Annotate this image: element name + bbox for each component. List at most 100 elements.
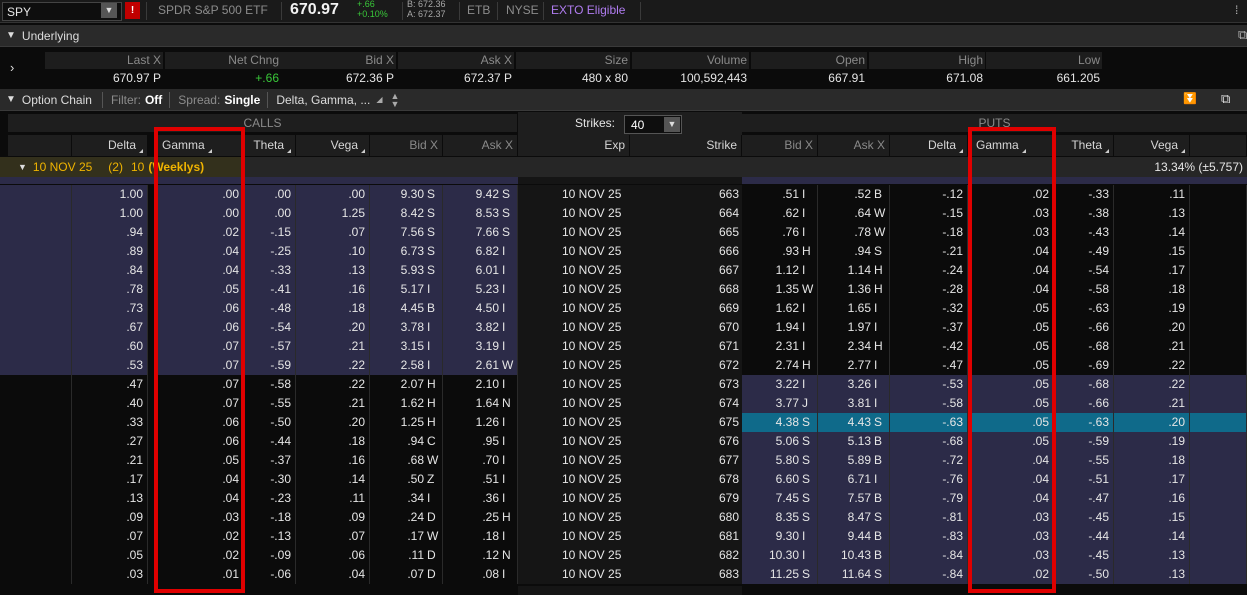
put-ask-cell[interactable]: .78 W	[818, 223, 890, 242]
strike-cell[interactable]: 669	[630, 299, 742, 318]
strike-cell[interactable]: 671	[630, 337, 742, 356]
put-delta-cell[interactable]: -.28	[890, 280, 968, 299]
put-bid-cell[interactable]: 1.12 I	[742, 261, 818, 280]
underlying-col-header[interactable]: Net Chng	[165, 52, 281, 69]
layout-dropdown-icon[interactable]: ◢	[376, 95, 382, 104]
strike-cell[interactable]: 680	[630, 508, 742, 527]
strike-cell[interactable]: 678	[630, 470, 742, 489]
put-gamma-cell[interactable]: .05	[970, 356, 1054, 375]
put-gamma-cell[interactable]: .03	[970, 223, 1054, 242]
call-delta-cell[interactable]: .21	[72, 451, 148, 470]
put-gamma-cell[interactable]: .04	[970, 451, 1054, 470]
call-delta-cell[interactable]: .73	[72, 299, 148, 318]
put-bid-cell[interactable]: 2.31 I	[742, 337, 818, 356]
expiry-cell[interactable]: 10 NOV 25	[518, 261, 630, 280]
call-bid-cell[interactable]: 2.58 I	[370, 356, 443, 375]
call-gamma-cell[interactable]: .04	[156, 261, 244, 280]
menu-grip-icon[interactable]: ⁞	[1235, 3, 1238, 17]
call-vega-cell[interactable]: .18	[296, 432, 370, 451]
strike-cell[interactable]: 668	[630, 280, 742, 299]
put-bid-cell[interactable]: .51 I	[742, 185, 818, 204]
sort-icon[interactable]	[139, 149, 143, 153]
put-vega-cell[interactable]: .21	[1114, 394, 1190, 413]
put-theta-cell[interactable]: -.49	[1054, 242, 1114, 261]
put-delta-cell[interactable]: -.21	[890, 242, 968, 261]
option-row[interactable]: 1.00.00.00 1.25 8.42 S 8.53 S 10 NOV 25 664.62 I…	[0, 204, 1247, 223]
call-ask-cell[interactable]: 3.19 I	[443, 337, 518, 356]
expiry-cell[interactable]: 10 NOV 25	[518, 280, 630, 299]
call-delta-cell[interactable]: .07	[72, 527, 148, 546]
call-gamma-cell[interactable]: .07	[156, 394, 244, 413]
expand-chevron-icon[interactable]: ▼	[18, 162, 27, 172]
put-vega-cell[interactable]: .15	[1114, 508, 1190, 527]
call-bid-cell[interactable]: 9.30 S	[370, 185, 443, 204]
put-vega-cell[interactable]: .20	[1114, 413, 1190, 432]
put-theta-cell[interactable]: -.63	[1054, 299, 1114, 318]
call-ask-cell[interactable]: .25 H	[443, 508, 518, 527]
put-bid-cell[interactable]: 8.35 S	[742, 508, 818, 527]
put-bid-cell[interactable]: 10.30 I	[742, 546, 818, 565]
underlying-col-header[interactable]: High	[869, 52, 985, 69]
alert-icon[interactable]: !	[125, 2, 140, 19]
call-gamma-cell[interactable]: .02	[156, 546, 244, 565]
put-bid-header[interactable]: Bid X	[742, 135, 818, 156]
call-delta-cell[interactable]: .60	[72, 337, 148, 356]
strike-cell[interactable]: 666	[630, 242, 742, 261]
put-theta-cell[interactable]: -.66	[1054, 318, 1114, 337]
put-bid-cell[interactable]: 5.06 S	[742, 432, 818, 451]
put-bid-cell[interactable]: 4.38 S	[742, 413, 818, 432]
sort-icon[interactable]	[1021, 149, 1026, 153]
call-theta-header[interactable]: Theta	[244, 135, 296, 156]
put-theta-cell[interactable]: -.54	[1054, 261, 1114, 280]
call-gamma-cell[interactable]: .06	[156, 318, 244, 337]
put-vega-cell[interactable]: .17	[1114, 470, 1190, 489]
popout-icon[interactable]: ⧉	[1221, 91, 1230, 107]
call-bid-cell[interactable]: 7.56 S	[370, 223, 443, 242]
put-ask-cell[interactable]: 2.34 H	[818, 337, 890, 356]
put-theta-cell[interactable]: -.45	[1054, 508, 1114, 527]
call-bid-cell[interactable]: 1.25 H	[370, 413, 443, 432]
underlying-col-header[interactable]: Ask X	[398, 52, 514, 69]
put-vega-cell[interactable]: .17	[1114, 261, 1190, 280]
sort-icon[interactable]	[287, 149, 291, 153]
put-vega-header[interactable]: Vega	[1114, 135, 1190, 156]
call-bid-cell[interactable]: .24 D	[370, 508, 443, 527]
call-gamma-cell[interactable]: .06	[156, 299, 244, 318]
put-ask-cell[interactable]: .94 S	[818, 242, 890, 261]
put-gamma-cell[interactable]: .05	[970, 337, 1054, 356]
expand-chevron-icon[interactable]: ›	[10, 60, 14, 75]
call-ask-cell[interactable]: 2.10 I	[443, 375, 518, 394]
call-bid-cell[interactable]: 6.73 S	[370, 242, 443, 261]
call-vega-cell[interactable]: .14	[296, 470, 370, 489]
call-vega-cell[interactable]: .18	[296, 299, 370, 318]
call-bid-cell[interactable]: 3.78 I	[370, 318, 443, 337]
call-theta-cell[interactable]: -.48	[244, 299, 296, 318]
option-row[interactable]: .78.05 -.41.16 5.17 I 5.23 I 10 NOV 25 668 1.35 W…	[0, 280, 1247, 299]
put-bid-cell[interactable]: 5.80 S	[742, 451, 818, 470]
put-ask-cell[interactable]: 3.26 I	[818, 375, 890, 394]
strike-cell[interactable]: 677	[630, 451, 742, 470]
put-vega-cell[interactable]: .21	[1114, 337, 1190, 356]
call-bid-cell[interactable]: 5.93 S	[370, 261, 443, 280]
call-theta-cell[interactable]: -.33	[244, 261, 296, 280]
call-theta-cell[interactable]: -.15	[244, 223, 296, 242]
collapse-chevron-icon[interactable]: ▼	[6, 94, 16, 105]
expiry-cell[interactable]: 10 NOV 25	[518, 470, 630, 489]
put-vega-cell[interactable]: .13	[1114, 546, 1190, 565]
call-vega-cell[interactable]: .06	[296, 546, 370, 565]
put-gamma-cell[interactable]: .03	[970, 546, 1054, 565]
call-ask-cell[interactable]: .12 N	[443, 546, 518, 565]
call-theta-cell[interactable]: -.13	[244, 527, 296, 546]
put-vega-cell[interactable]: .19	[1114, 432, 1190, 451]
call-bid-cell[interactable]: .17 W	[370, 527, 443, 546]
option-row[interactable]: .33.06 -.50.20 1.25 H 1.26 I 10 NOV 25 675 4.38 S…	[0, 413, 1247, 432]
put-ask-cell[interactable]: 4.43 S	[818, 413, 890, 432]
option-row[interactable]: 1.00.00.00.00 9.30 S 9.42 S 10 NOV 25 663.51 I.…	[0, 185, 1247, 204]
call-theta-cell[interactable]: -.09	[244, 546, 296, 565]
option-row[interactable]: .84.04 -.33.13 5.93 S 6.01 I 10 NOV 25 667 1.12 I…	[0, 261, 1247, 280]
strike-header[interactable]: Strike	[630, 135, 742, 156]
expiry-header[interactable]: Exp	[518, 135, 630, 156]
put-gamma-cell[interactable]: .04	[970, 470, 1054, 489]
underlying-header[interactable]: ▼ Underlying	[0, 25, 1247, 47]
call-delta-cell[interactable]: .40	[72, 394, 148, 413]
